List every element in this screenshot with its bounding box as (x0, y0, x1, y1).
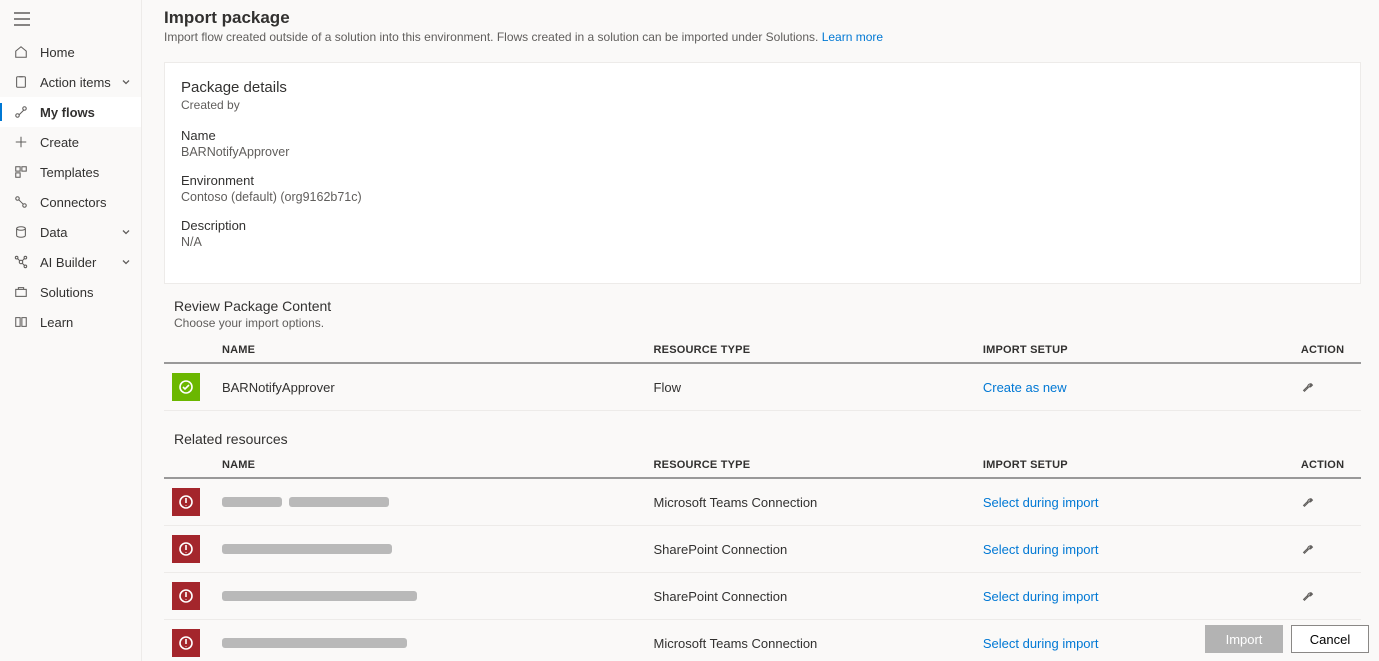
import-setup-link[interactable]: Select during import (983, 542, 1099, 557)
sidebar-item-create[interactable]: Create (0, 127, 141, 157)
sidebar-item-label: Solutions (40, 285, 131, 300)
col-name: NAME (214, 338, 646, 363)
description-value: N/A (181, 235, 1344, 249)
col-name: NAME (214, 453, 646, 478)
sidebar-item-label: Create (40, 135, 131, 150)
status-error-icon (172, 629, 200, 657)
col-type: RESOURCE TYPE (646, 338, 975, 363)
status-error-icon (172, 535, 200, 563)
page-title: Import package (164, 8, 1361, 28)
col-type: RESOURCE TYPE (646, 453, 975, 478)
learn-more-link[interactable]: Learn more (822, 30, 883, 44)
ai-icon (12, 255, 30, 269)
row-type: SharePoint Connection (646, 526, 975, 573)
action-wrench-icon[interactable] (1301, 494, 1315, 511)
data-icon (12, 225, 30, 239)
chevron-down-icon (121, 255, 131, 270)
home-icon (12, 45, 30, 59)
sidebar-item-home[interactable]: Home (0, 37, 141, 67)
import-setup-link[interactable]: Select during import (983, 589, 1099, 604)
col-setup: IMPORT SETUP (975, 453, 1293, 478)
sidebar: Home Action items My flows Create Templa… (0, 0, 142, 661)
sidebar-item-label: Action items (40, 75, 121, 90)
sidebar-item-label: Data (40, 225, 121, 240)
chevron-down-icon (121, 75, 131, 90)
connector-icon (12, 195, 30, 209)
review-content-table: NAME RESOURCE TYPE IMPORT SETUP ACTION B… (164, 338, 1361, 411)
row-name-redacted (214, 478, 646, 526)
subtitle-text: Import flow created outside of a solutio… (164, 30, 822, 44)
solution-icon (12, 285, 30, 299)
related-resources-table: NAME RESOURCE TYPE IMPORT SETUP ACTION M… (164, 453, 1361, 661)
import-setup-link[interactable]: Create as new (983, 380, 1067, 395)
col-action: ACTION (1293, 338, 1361, 363)
row-type: Microsoft Teams Connection (646, 620, 975, 661)
col-action: ACTION (1293, 453, 1361, 478)
action-wrench-icon[interactable] (1301, 379, 1315, 396)
name-label: Name (181, 128, 1344, 143)
sidebar-item-label: Connectors (40, 195, 131, 210)
sidebar-item-connectors[interactable]: Connectors (0, 187, 141, 217)
cancel-button[interactable]: Cancel (1291, 625, 1369, 653)
sidebar-item-ai-builder[interactable]: AI Builder (0, 247, 141, 277)
created-by-label: Created by (181, 98, 1344, 112)
row-type: Flow (646, 363, 975, 411)
name-value: BARNotifyApprover (181, 145, 1344, 159)
sidebar-item-action-items[interactable]: Action items (0, 67, 141, 97)
template-icon (12, 165, 30, 179)
table-row: SharePoint Connection Select during impo… (164, 573, 1361, 620)
sidebar-item-solutions[interactable]: Solutions (0, 277, 141, 307)
hamburger-menu[interactable] (0, 0, 141, 37)
sidebar-item-label: Templates (40, 165, 131, 180)
clipboard-icon (12, 75, 30, 89)
footer-actions: Import Cancel (1205, 625, 1369, 653)
col-setup: IMPORT SETUP (975, 338, 1293, 363)
environment-label: Environment (181, 173, 1344, 188)
sidebar-item-learn[interactable]: Learn (0, 307, 141, 337)
action-wrench-icon[interactable] (1301, 588, 1315, 605)
import-button[interactable]: Import (1205, 625, 1283, 653)
sidebar-item-data[interactable]: Data (0, 217, 141, 247)
sidebar-item-templates[interactable]: Templates (0, 157, 141, 187)
review-content-title: Review Package Content (174, 298, 1361, 314)
flow-icon (12, 105, 30, 119)
sidebar-item-label: My flows (40, 105, 131, 120)
main-content: Import package Import flow created outsi… (142, 0, 1379, 661)
row-name: BARNotifyApprover (214, 363, 646, 411)
status-error-icon (172, 582, 200, 610)
book-icon (12, 315, 30, 329)
description-label: Description (181, 218, 1344, 233)
sidebar-item-label: Learn (40, 315, 131, 330)
row-type: Microsoft Teams Connection (646, 478, 975, 526)
status-error-icon (172, 488, 200, 516)
table-row: Microsoft Teams Connection Select during… (164, 620, 1361, 661)
environment-value: Contoso (default) (org9162b71c) (181, 190, 1344, 204)
row-name-redacted (214, 620, 646, 661)
table-row: SharePoint Connection Select during impo… (164, 526, 1361, 573)
chevron-down-icon (121, 225, 131, 240)
sidebar-item-label: Home (40, 45, 131, 60)
sidebar-item-my-flows[interactable]: My flows (0, 97, 141, 127)
page-subtitle: Import flow created outside of a solutio… (164, 30, 1361, 44)
sidebar-item-label: AI Builder (40, 255, 121, 270)
import-setup-link[interactable]: Select during import (983, 636, 1099, 651)
table-row: BARNotifyApprover Flow Create as new (164, 363, 1361, 411)
row-name-redacted (214, 526, 646, 573)
action-wrench-icon[interactable] (1301, 541, 1315, 558)
status-ok-icon (172, 373, 200, 401)
package-details-card: Package details Created by Name BARNotif… (164, 62, 1361, 284)
package-details-title: Package details (181, 79, 1344, 96)
row-type: SharePoint Connection (646, 573, 975, 620)
table-row: Microsoft Teams Connection Select during… (164, 478, 1361, 526)
row-name-redacted (214, 573, 646, 620)
review-content-subtitle: Choose your import options. (174, 316, 1361, 330)
plus-icon (12, 135, 30, 149)
related-resources-title: Related resources (174, 431, 1361, 447)
import-setup-link[interactable]: Select during import (983, 495, 1099, 510)
